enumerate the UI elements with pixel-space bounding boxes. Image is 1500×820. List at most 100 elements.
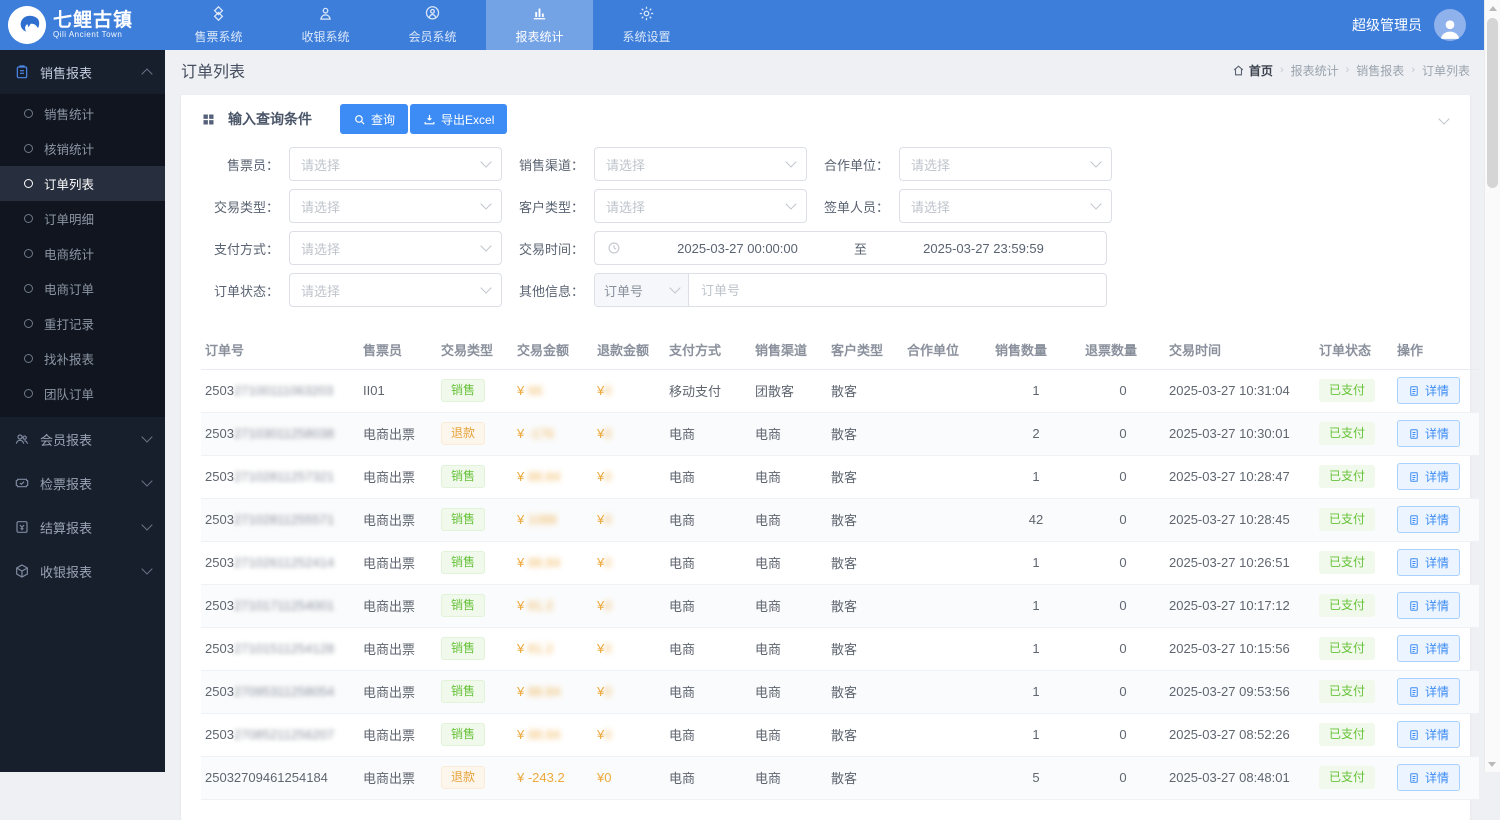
- column-header-退款金额: 退款金额: [593, 331, 665, 369]
- sidebar-item-核销统计[interactable]: 核销统计: [0, 131, 165, 166]
- detail-button[interactable]: 详情: [1397, 377, 1460, 404]
- search-button[interactable]: 查询: [340, 104, 408, 134]
- sidebar-item-找补报表[interactable]: 找补报表: [0, 341, 165, 376]
- breadcrumb-item[interactable]: 报表统计: [1291, 62, 1339, 79]
- top-menu-item[interactable]: 会员系统: [379, 0, 486, 50]
- currency-symbol: ¥: [517, 641, 528, 656]
- cell-amount: ¥ -176: [513, 412, 593, 455]
- cell-refund-qty: 0: [1081, 498, 1165, 541]
- trade-type-select[interactable]: 请选择: [289, 189, 502, 223]
- cell-trade-type: 销售: [437, 498, 513, 541]
- sidebar-item-订单明细[interactable]: 订单明细: [0, 201, 165, 236]
- cell-trade-time: 2025-03-27 10:17:12: [1165, 584, 1315, 627]
- sidebar-item-重打记录[interactable]: 重打记录: [0, 306, 165, 341]
- top-menu-item[interactable]: 报表统计: [486, 0, 593, 50]
- order-masked: 27095311258054: [234, 684, 334, 699]
- sidebar-item-销售统计[interactable]: 销售统计: [0, 96, 165, 131]
- other-info-type-select[interactable]: 订单号: [595, 274, 689, 306]
- cell-sales-channel: 电商: [751, 412, 827, 455]
- cell-partner: [903, 756, 991, 799]
- cell-customer-type: 散客: [827, 412, 903, 455]
- cell-amount: ¥ 88.84: [513, 670, 593, 713]
- order-status-select[interactable]: 请选择: [289, 273, 502, 307]
- breadcrumb-current: 订单列表: [1422, 62, 1470, 79]
- filter-order-status: 订单状态： 请选择: [201, 273, 506, 307]
- customer-type-select[interactable]: 请选择: [594, 189, 807, 223]
- sidebar-section-销售报表[interactable]: 销售报表: [0, 50, 165, 94]
- top-menu-item[interactable]: 收银系统: [272, 0, 379, 50]
- bullet-icon: [24, 214, 33, 223]
- sidebar-item-团队订单[interactable]: 团队订单: [0, 376, 165, 411]
- detail-label: 详情: [1425, 511, 1449, 528]
- sidebar-section-会员报表[interactable]: 会员报表: [0, 417, 165, 461]
- arrow-up-icon: [1489, 6, 1497, 11]
- detail-button[interactable]: 详情: [1397, 764, 1460, 791]
- detail-button[interactable]: 详情: [1397, 592, 1460, 619]
- document-icon: [1408, 729, 1420, 741]
- scroll-up-button[interactable]: [1485, 0, 1500, 16]
- top-menu-item[interactable]: 售票系统: [165, 0, 272, 50]
- pay-method-select[interactable]: 请选择: [289, 231, 502, 265]
- cell-action: 详情: [1393, 369, 1479, 412]
- detail-label: 详情: [1425, 554, 1449, 571]
- cell-refund-amount: ¥0: [593, 584, 665, 627]
- signer-select[interactable]: 请选择: [899, 189, 1112, 223]
- sidebar-item-电商统计[interactable]: 电商统计: [0, 236, 165, 271]
- partner-select[interactable]: 请选择: [899, 147, 1112, 181]
- breadcrumb-item[interactable]: 销售报表: [1356, 62, 1404, 79]
- scrollbar-thumb[interactable]: [1487, 18, 1498, 188]
- detail-button[interactable]: 详情: [1397, 463, 1460, 490]
- vertical-scrollbar[interactable]: [1484, 0, 1500, 772]
- table-row: 250327103011258038电商出票退款¥ -176¥0电商电商散客20…: [201, 412, 1479, 455]
- box-icon: [14, 563, 30, 579]
- trade-time-range-picker[interactable]: 2025-03-27 00:00:00 至 2025-03-27 23:59:5…: [594, 231, 1107, 265]
- sidebar-section-label: 会员报表: [40, 430, 92, 449]
- cell-seller: 电商出票: [359, 541, 437, 584]
- detail-button[interactable]: 详情: [1397, 549, 1460, 576]
- order-number-input[interactable]: [689, 274, 1106, 306]
- cell-trade-time: 2025-03-27 08:48:01: [1165, 756, 1315, 799]
- detail-button[interactable]: 详情: [1397, 721, 1460, 748]
- status-badge: 已支付: [1319, 637, 1375, 659]
- sidebar-section-检票报表[interactable]: 检票报表: [0, 461, 165, 505]
- sidebar-item-订单列表[interactable]: 订单列表: [0, 166, 165, 201]
- breadcrumb-home[interactable]: 首页: [1232, 62, 1273, 79]
- chevron-down-icon: [141, 563, 152, 574]
- export-excel-button[interactable]: 导出Excel: [410, 104, 507, 134]
- detail-button[interactable]: 详情: [1397, 678, 1460, 705]
- cell-refund-qty: 0: [1081, 455, 1165, 498]
- sidebar-section-结算报表[interactable]: 结算报表: [0, 505, 165, 549]
- panel-collapse-icon[interactable]: [1438, 113, 1449, 124]
- cell-refund-amount: ¥0: [593, 369, 665, 412]
- ticket-seller-select[interactable]: 请选择: [289, 147, 502, 181]
- sidebar-item-电商订单[interactable]: 电商订单: [0, 271, 165, 306]
- order-visible: 2503: [205, 512, 234, 527]
- avatar[interactable]: [1434, 9, 1466, 41]
- cell-order-status: 已支付: [1315, 455, 1393, 498]
- cell-customer-type: 散客: [827, 627, 903, 670]
- cashier-icon: [317, 5, 334, 25]
- cell-order-status: 已支付: [1315, 369, 1393, 412]
- detail-button[interactable]: 详情: [1397, 420, 1460, 447]
- detail-button[interactable]: 详情: [1397, 506, 1460, 533]
- sidebar-section-收银报表[interactable]: 收银报表: [0, 549, 165, 593]
- top-menu-label: 收银系统: [301, 28, 349, 45]
- detail-button[interactable]: 详情: [1397, 635, 1460, 662]
- sales-channel-select[interactable]: 请选择: [594, 147, 807, 181]
- sidebar: 销售报表销售统计核销统计订单列表订单明细电商统计电商订单重打记录找补报表团队订单…: [0, 50, 165, 772]
- trade-time-end[interactable]: 2025-03-27 23:59:59: [873, 241, 1094, 256]
- cell-amount: ¥ 88.84: [513, 541, 593, 584]
- cell-sale-qty: 1: [991, 541, 1081, 584]
- cell-sale-qty: 1: [991, 584, 1081, 627]
- table-row: 250327102811257321电商出票销售¥ 88.84¥0电商电商散客1…: [201, 455, 1479, 498]
- status-badge: 已支付: [1319, 379, 1375, 401]
- top-menu-item[interactable]: 系统设置: [593, 0, 700, 50]
- cell-sales-channel: 电商: [751, 584, 827, 627]
- trade-time-start[interactable]: 2025-03-27 00:00:00: [627, 241, 848, 256]
- cell-order-status: 已支付: [1315, 713, 1393, 756]
- sidebar-item-label: 核销统计: [44, 139, 94, 158]
- chevron-down-icon: [141, 519, 152, 530]
- topbar-user[interactable]: 超级管理员: [1352, 0, 1500, 50]
- sidebar-section: 收银报表: [0, 549, 165, 593]
- detail-label: 详情: [1425, 726, 1449, 743]
